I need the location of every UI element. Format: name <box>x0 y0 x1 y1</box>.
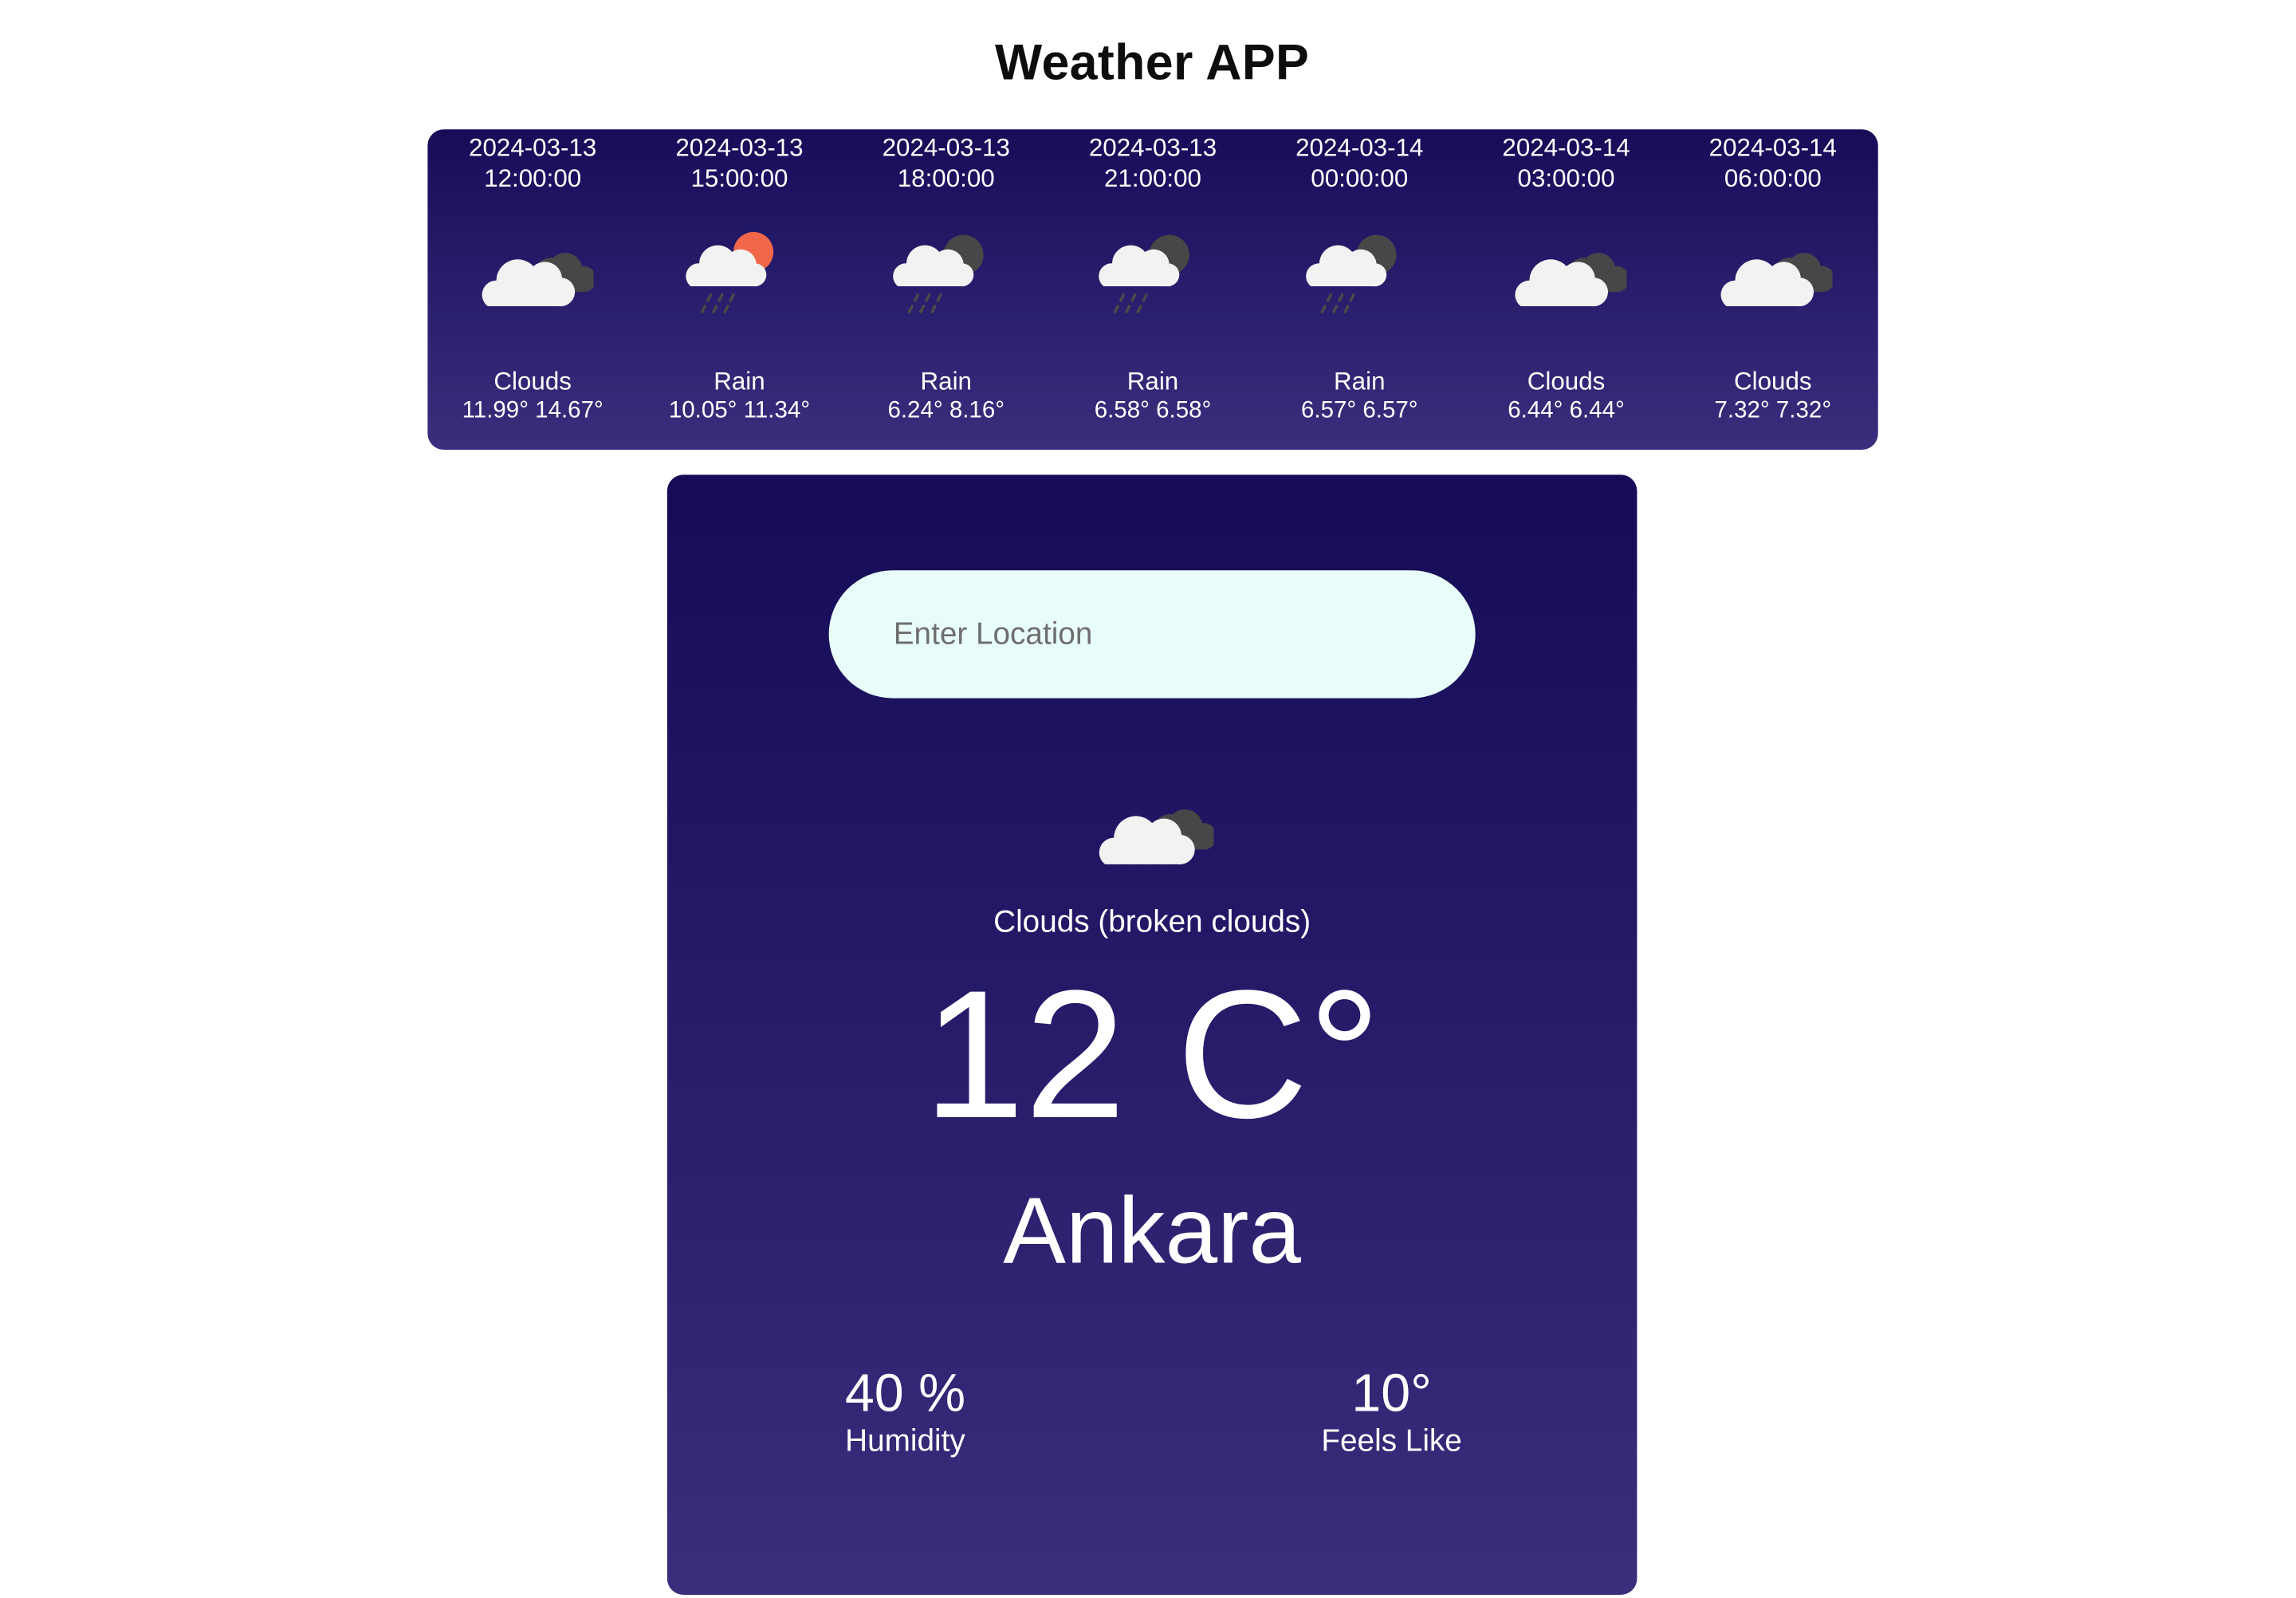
forecast-datetime: 2024-03-14 06:00:00 <box>1709 132 1837 194</box>
clouds-icon <box>1712 223 1833 323</box>
forecast-time: 15:00:00 <box>690 164 788 193</box>
humidity-stat: 40 % Humidity <box>758 1364 1052 1462</box>
forecast-condition: Rain <box>1334 367 1386 396</box>
forecast-temps: 6.58° 6.58° <box>1094 398 1212 423</box>
rain-night-icon <box>1092 223 1213 323</box>
forecast-date: 2024-03-13 <box>1088 133 1217 162</box>
feels-like-value: 10° <box>1351 1362 1432 1423</box>
forecast-date: 2024-03-13 <box>675 133 804 162</box>
weather-app: Weather APP 2024-03-13 12:00:00 Clouds 11.9… <box>0 0 2295 1598</box>
forecast-date: 2024-03-13 <box>882 133 1010 162</box>
feels-like-stat: 10° Feels Like <box>1244 1364 1539 1462</box>
forecast-condition: Clouds <box>1734 367 1812 396</box>
forecast-temps: 11.99° 14.67° <box>462 398 603 423</box>
humidity-value: 40 % <box>844 1362 966 1423</box>
feels-like-label: Feels Like <box>1321 1424 1462 1458</box>
forecast-time: 03:00:00 <box>1517 164 1615 193</box>
forecast-item[interactable]: 2024-03-13 12:00:00 Clouds 11.99° 14.67° <box>441 129 624 450</box>
forecast-item[interactable]: 2024-03-14 00:00:00 Rain 6.57° 6.57° <box>1268 129 1451 450</box>
clouds-icon <box>473 223 593 323</box>
forecast-temps: 6.44° 6.44° <box>1508 398 1625 423</box>
current-temperature: 12 C° <box>923 954 1382 1157</box>
forecast-datetime: 2024-03-14 00:00:00 <box>1295 132 1423 194</box>
forecast-condition: Rain <box>714 367 765 396</box>
forecast-temps: 7.32° 7.32° <box>1714 398 1832 423</box>
page-title: Weather APP <box>995 35 1310 92</box>
forecast-temps: 6.24° 8.16° <box>887 398 1005 423</box>
rain-night-icon <box>1299 223 1420 323</box>
forecast-time: 00:00:00 <box>1311 164 1409 193</box>
forecast-condition: Clouds <box>493 367 572 396</box>
clouds-icon <box>1506 223 1626 323</box>
forecast-date: 2024-03-13 <box>469 133 597 162</box>
forecast-datetime: 2024-03-13 21:00:00 <box>1089 132 1217 194</box>
forecast-date: 2024-03-14 <box>1502 133 1630 162</box>
forecast-datetime: 2024-03-13 15:00:00 <box>675 132 803 194</box>
forecast-strip: 2024-03-13 12:00:00 Clouds 11.99° 14.67° 202… <box>427 129 1878 451</box>
forecast-time: 12:00:00 <box>484 164 582 193</box>
clouds-icon <box>1091 779 1214 882</box>
forecast-datetime: 2024-03-13 12:00:00 <box>469 132 596 194</box>
forecast-temps: 6.57° 6.57° <box>1300 398 1418 423</box>
forecast-time: 18:00:00 <box>897 164 995 193</box>
forecast-datetime: 2024-03-13 18:00:00 <box>883 132 1010 194</box>
forecast-item[interactable]: 2024-03-13 15:00:00 Rain 10.05° 11.34° <box>647 129 831 450</box>
city-name: Ankara <box>1003 1177 1302 1284</box>
forecast-condition: Rain <box>1126 367 1179 396</box>
weather-description: Clouds (broken clouds) <box>993 905 1311 939</box>
forecast-condition: Clouds <box>1527 367 1606 396</box>
rain-sun-icon <box>679 223 800 323</box>
forecast-temps: 10.05° 11.34° <box>668 398 811 423</box>
forecast-time: 21:00:00 <box>1104 164 1202 193</box>
location-search-input[interactable] <box>828 570 1476 699</box>
humidity-label: Humidity <box>845 1424 965 1458</box>
forecast-condition: Rain <box>920 367 972 396</box>
forecast-item[interactable]: 2024-03-13 18:00:00 Rain 6.24° 8.16° <box>855 129 1038 450</box>
forecast-time: 06:00:00 <box>1724 164 1822 193</box>
forecast-date: 2024-03-14 <box>1708 133 1837 162</box>
forecast-datetime: 2024-03-14 03:00:00 <box>1502 132 1630 194</box>
forecast-item[interactable]: 2024-03-14 03:00:00 Clouds 6.44° 6.44° <box>1474 129 1657 450</box>
rain-night-icon <box>886 223 1006 323</box>
forecast-date: 2024-03-14 <box>1295 133 1424 162</box>
forecast-item[interactable]: 2024-03-13 21:00:00 Rain 6.58° 6.58° <box>1061 129 1244 450</box>
current-weather-card: Clouds (broken clouds) 12 C° Ankara 40 %… <box>666 474 1637 1595</box>
forecast-item[interactable]: 2024-03-14 06:00:00 Clouds 7.32° 7.32° <box>1681 129 1865 450</box>
